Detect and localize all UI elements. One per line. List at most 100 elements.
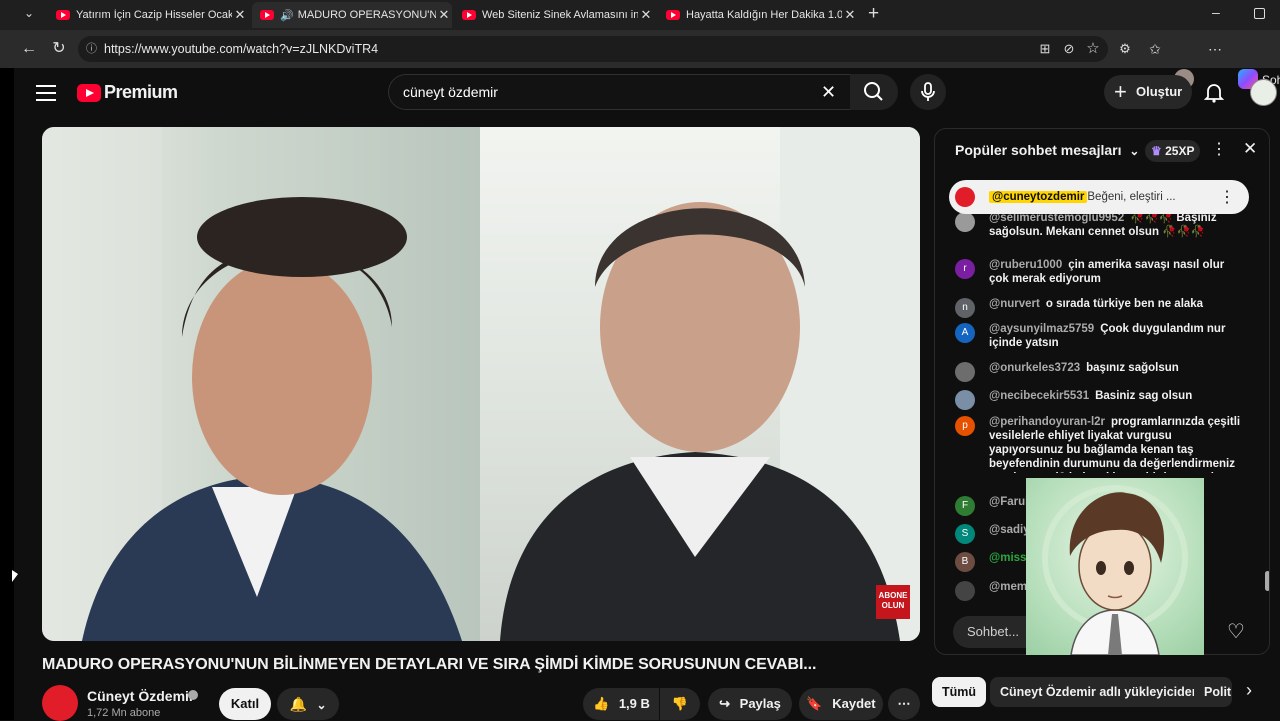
chat-message: n @nurvert o sırada türkiye ben ne alaka: [955, 297, 1245, 318]
share-arrow-icon: ↪: [719, 696, 731, 711]
xp-label: 25XP: [1165, 144, 1195, 158]
save-button[interactable]: 🔖 Kaydet: [799, 688, 883, 720]
pinned-more-icon[interactable]: ⋮: [1219, 187, 1235, 207]
share-button[interactable]: ↪ Paylaş: [708, 688, 792, 720]
channel-avatar[interactable]: [42, 685, 78, 721]
notifications-bell-icon[interactable]: [1203, 81, 1225, 103]
join-button[interactable]: Katıl: [219, 688, 271, 720]
chip-politics[interactable]: Polit: [1194, 677, 1232, 707]
chip-all[interactable]: Tümü: [932, 677, 987, 707]
clear-search-icon[interactable]: ✕: [821, 75, 836, 109]
crown-icon: ♛: [1151, 144, 1162, 158]
chat-avatar[interactable]: p: [955, 416, 975, 436]
chat-avatar[interactable]: n: [955, 298, 975, 318]
chat-text: Basiniz sag olsun: [1095, 390, 1193, 402]
chat-author[interactable]: @nurvert: [989, 298, 1040, 310]
thumbs-down-icon: 👎: [671, 696, 689, 711]
favorite-star-icon[interactable]: ☆: [1082, 38, 1104, 60]
browser-tab-bar: ⌄ Yatırım İçin Cazip Hisseler Ocak 20 ✕ …: [0, 0, 1280, 30]
create-label: Oluştur: [1136, 84, 1183, 99]
favorites-icon[interactable]: ✩: [1144, 38, 1166, 60]
subscribed-notifications-button[interactable]: 🔔 ⌄: [277, 688, 339, 720]
close-tab-icon[interactable]: ✕: [638, 7, 654, 23]
more-actions-button[interactable]: ⋯: [888, 688, 920, 720]
app-available-icon[interactable]: ⊞: [1034, 38, 1056, 60]
chat-message: @onurkeles3723 başınız sağolsun: [955, 361, 1245, 382]
like-button[interactable]: 👍 1,9 B: [583, 688, 659, 720]
pinned-text: Beğeni, eleştiri ...: [1087, 191, 1176, 203]
chat-scrollbar[interactable]: [1265, 571, 1269, 591]
chat-avatar[interactable]: S: [955, 524, 975, 544]
site-info-icon[interactable]: ⓘ: [86, 36, 97, 62]
chips-next-arrow-icon[interactable]: ›: [1246, 680, 1252, 701]
tab-title: Yatırım İçin Cazip Hisseler Ocak 20: [76, 9, 232, 21]
chat-avatar[interactable]: [955, 390, 975, 410]
video-frame-left-speaker: [42, 127, 480, 641]
more-menu-icon[interactable]: ⋯: [1204, 38, 1226, 60]
dislike-button[interactable]: 👎: [660, 688, 700, 720]
pinned-author[interactable]: @cuneytozdemir: [989, 191, 1088, 203]
verified-badge-icon: [188, 690, 198, 700]
subscribe-badge[interactable]: ABONE OLUN: [876, 585, 910, 619]
reload-icon[interactable]: ↻: [48, 38, 70, 60]
chevron-down-icon: ⌄: [316, 698, 327, 712]
extensions-icon[interactable]: ⚙: [1114, 38, 1136, 60]
minimize-window-icon[interactable]: –: [1212, 4, 1228, 20]
maximize-window-icon[interactable]: [1254, 8, 1265, 19]
like-count: 1,9 B: [618, 696, 650, 711]
voice-search-button[interactable]: [910, 74, 946, 110]
chat-author[interactable]: @ruberu1000: [989, 259, 1062, 271]
chip-label: Tümü: [942, 685, 977, 699]
account-avatar[interactable]: [1250, 79, 1277, 106]
close-tab-icon[interactable]: ✕: [842, 7, 858, 23]
create-button[interactable]: + Oluştur: [1104, 75, 1192, 109]
close-tab-icon[interactable]: ✕: [436, 7, 452, 23]
chat-avatar[interactable]: r: [955, 259, 975, 279]
close-tab-icon[interactable]: ✕: [232, 7, 248, 23]
back-arrow-icon[interactable]: ←: [18, 38, 40, 60]
heart-reaction-icon[interactable]: ♡: [1227, 619, 1245, 644]
xp-badge[interactable]: ♛ 25XP: [1145, 140, 1201, 162]
browser-tab[interactable]: Yatırım İçin Cazip Hisseler Ocak 20 ✕: [48, 2, 248, 28]
chat-avatar[interactable]: [955, 212, 975, 232]
chat-more-icon[interactable]: ⋮: [1211, 139, 1227, 159]
audio-playing-icon[interactable]: 🔊: [280, 9, 294, 22]
chat-mode-dropdown[interactable]: Popüler sohbet mesajları ⌄: [955, 142, 1139, 158]
chat-message-body: @onurkeles3723 başınız sağolsun: [989, 361, 1179, 382]
channel-name[interactable]: Cüneyt Özdemir: [87, 688, 194, 704]
chip-from-uploader[interactable]: Cüneyt Özdemir adlı yükleyiciden: [990, 677, 1210, 707]
search-button[interactable]: [850, 74, 898, 110]
youtube-favicon-icon: [260, 10, 274, 20]
chat-author[interactable]: @necibecekir5531: [989, 390, 1089, 402]
chat-avatar[interactable]: F: [955, 496, 975, 516]
guide-menu-icon[interactable]: [36, 83, 56, 101]
browser-tab[interactable]: Hayatta Kaldığın Her Dakika 1.000 ✕: [658, 2, 858, 28]
chat-message-body: @ruberu1000 çin amerika savaşı nasıl olur…: [989, 258, 1245, 286]
youtube-premium-logo[interactable]: Premium: [77, 82, 178, 103]
chat-author[interactable]: @onurkeles3723: [989, 362, 1080, 374]
tracking-prevention-icon[interactable]: ⊘: [1058, 38, 1080, 60]
chat-avatar[interactable]: B: [955, 552, 975, 572]
tab-list-chevron-icon[interactable]: ⌄: [18, 6, 40, 24]
address-bar[interactable]: ⓘ https://www.youtube.com/watch?v=zJLNKD…: [78, 36, 1108, 62]
subscriber-count: 1,72 Mn abone: [87, 707, 161, 719]
chat-author[interactable]: @perihandoyuran-l2r: [989, 416, 1105, 428]
chat-author[interactable]: @sadiy: [989, 524, 1030, 536]
search-input[interactable]: cüneyt özdemir ✕: [388, 74, 850, 110]
chat-text: o sırada türkiye ben ne alaka: [1045, 298, 1204, 310]
window-left-edge: [0, 68, 14, 720]
pinned-message[interactable]: @cuneytozdemir Beğeni, eleştiri ... ⋮: [949, 180, 1249, 214]
tab-title: Hayatta Kaldığın Her Dakika 1.000: [686, 9, 842, 21]
chat-message-body: @selimerustemoglu9952 🥀🥀🥀 Başınız sağolsu…: [989, 211, 1245, 239]
chat-author[interactable]: @aysunyilmaz5759: [989, 323, 1094, 335]
browser-tab-active[interactable]: 🔊 MADURO OPERASYONU'NUN ✕: [252, 2, 452, 28]
close-chat-icon[interactable]: ✕: [1243, 139, 1257, 159]
new-tab-icon[interactable]: +: [868, 3, 888, 25]
chat-mode-label: Popüler sohbet mesajları: [955, 142, 1122, 158]
chat-avatar[interactable]: [955, 362, 975, 382]
chat-avatar[interactable]: [955, 581, 975, 601]
browser-tab[interactable]: Web Siteniz Sinek Avlamasını insta ✕: [454, 2, 654, 28]
tab-title: MADURO OPERASYONU'NUN: [297, 9, 436, 21]
chat-avatar[interactable]: A: [955, 323, 975, 343]
video-player[interactable]: ABONE OLUN: [42, 127, 920, 641]
